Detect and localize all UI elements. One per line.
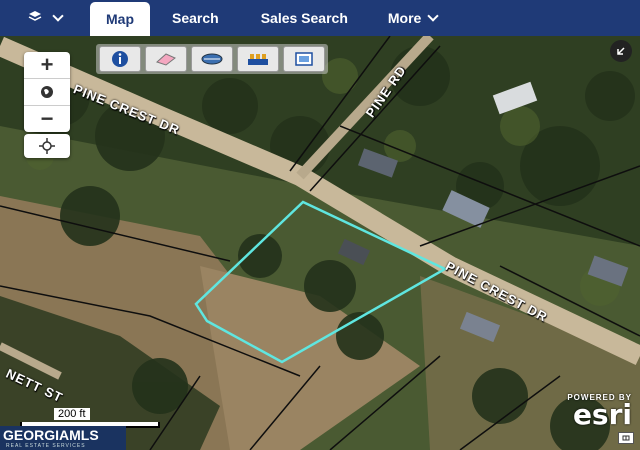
arrow-icon — [617, 47, 625, 55]
attribution-toggle[interactable] — [618, 432, 634, 444]
measure-tool-button[interactable] — [191, 46, 233, 72]
chevron-down-icon — [427, 10, 439, 22]
overview-map-toggle[interactable] — [610, 40, 632, 62]
scale-label: 200 ft — [54, 408, 90, 420]
esri-logo: POWERED BY esri — [567, 393, 632, 431]
expand-icon — [622, 435, 630, 441]
measure-icon — [201, 53, 223, 65]
layers-icon — [28, 9, 42, 27]
zoom-control: + − — [24, 52, 70, 132]
logo-main-text: GEORGIAMLS — [3, 427, 99, 443]
map-toolbar — [96, 44, 328, 74]
home-button[interactable] — [24, 79, 70, 106]
legend-icon — [248, 54, 268, 65]
eraser-icon — [156, 53, 176, 66]
print-icon — [295, 52, 313, 66]
globe-icon — [41, 86, 53, 98]
zoom-out-button[interactable]: − — [24, 106, 70, 132]
crosshair-icon — [39, 138, 55, 154]
tab-sales-search[interactable]: Sales Search — [261, 0, 348, 36]
tab-more[interactable]: More — [387, 0, 439, 36]
layers-menu-button[interactable] — [0, 0, 90, 36]
tab-search[interactable]: Search — [172, 0, 219, 36]
eraser-tool-button[interactable] — [145, 46, 187, 72]
map-view[interactable]: PINE CREST DR PINE CREST DR PINE RD NETT… — [0, 36, 640, 450]
scale-bar: 200 ft — [20, 404, 160, 428]
legend-tool-button[interactable] — [237, 46, 279, 72]
tab-more-label: More — [387, 10, 422, 26]
info-icon — [112, 51, 128, 67]
esri-wordmark: esri — [572, 398, 632, 431]
georgia-mls-logo: GEORGIAMLS REAL ESTATE SERVICES — [0, 426, 126, 450]
zoom-in-button[interactable]: + — [24, 52, 70, 79]
locate-button[interactable] — [24, 134, 70, 158]
print-tool-button[interactable] — [283, 46, 325, 72]
top-navigation-bar: Map Search Sales Search More — [0, 0, 640, 36]
logo-sub-text: REAL ESTATE SERVICES — [6, 443, 86, 449]
tab-map[interactable]: Map — [90, 2, 150, 36]
info-tool-button[interactable] — [99, 46, 141, 72]
chevron-down-icon — [52, 10, 64, 22]
